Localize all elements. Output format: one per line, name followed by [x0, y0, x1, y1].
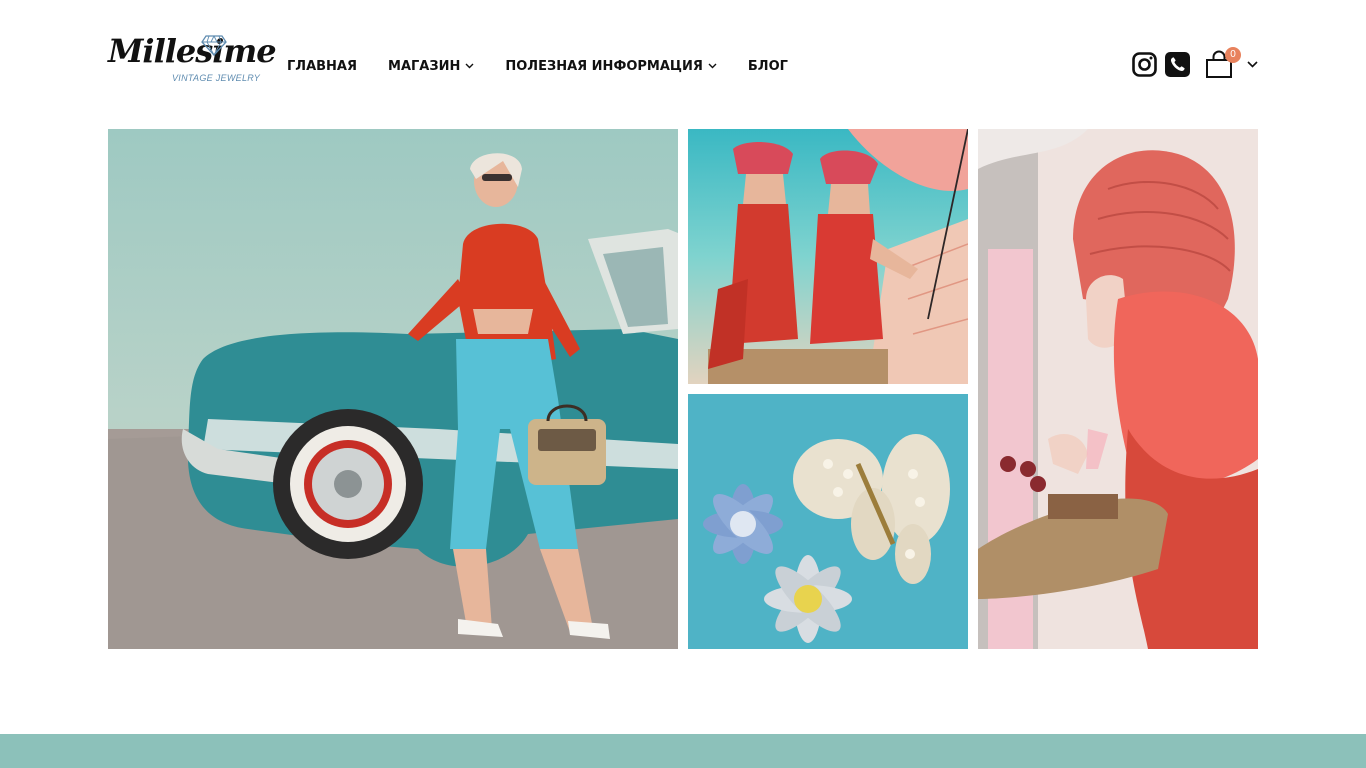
chevron-down-icon[interactable] — [1247, 61, 1258, 68]
nav-item-label: МАГАЗИН — [388, 58, 461, 74]
nav-item-shop[interactable]: МАГАЗИН — [388, 59, 474, 74]
diamond-icon — [201, 35, 227, 56]
nav-item-label: БЛОГ — [747, 58, 788, 74]
women-in-red-swimsuits-image[interactable] — [688, 129, 968, 384]
brand-logo[interactable]: Millesime VINTAGE JEWELRY — [108, 32, 277, 88]
brand-name: Millesime — [108, 32, 277, 70]
instagram-icon[interactable] — [1132, 52, 1157, 77]
woman-with-turquoise-car-image[interactable] — [108, 129, 678, 649]
main-navigation: ГЛАВНАЯ МАГАЗИН ПОЛЕЗНАЯ ИНФОРМАЦИЯ БЛОГ — [287, 56, 819, 76]
nav-item-home[interactable]: ГЛАВНАЯ — [287, 59, 357, 74]
nav-item-label: ГЛАВНАЯ — [287, 58, 358, 74]
site-header: Millesime VINTAGE JEWELRY ГЛАВНАЯ МАГАЗИ… — [0, 0, 1366, 129]
pearl-butterfly-brooches-image[interactable] — [688, 394, 968, 649]
footer-band — [0, 734, 1366, 768]
chevron-down-icon — [465, 63, 474, 69]
nav-item-blog[interactable]: БЛОГ — [748, 59, 788, 74]
lady-in-red-hat-image[interactable] — [978, 129, 1258, 649]
chevron-down-icon — [708, 63, 717, 69]
nav-item-useful-info[interactable]: ПОЛЕЗНАЯ ИНФОРМАЦИЯ — [505, 59, 717, 74]
nav-item-label: ПОЛЕЗНАЯ ИНФОРМАЦИЯ — [505, 58, 703, 74]
phone-icon[interactable] — [1165, 52, 1190, 77]
brand-tagline: VINTAGE JEWELRY — [172, 73, 261, 83]
cart-count-badge: 0 — [1225, 47, 1241, 63]
